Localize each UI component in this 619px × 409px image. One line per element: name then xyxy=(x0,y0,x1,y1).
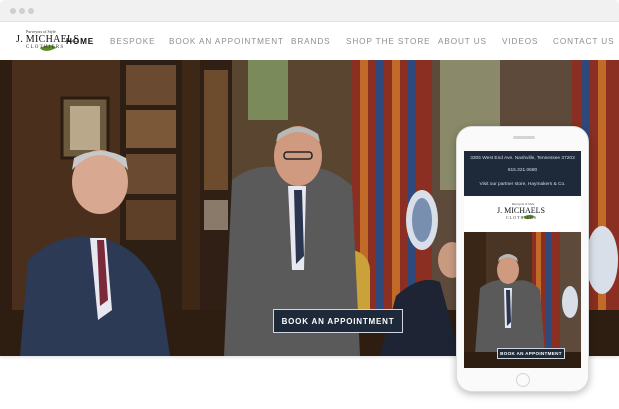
phone-hero-image: BOOK AN APPOINTMENT xyxy=(464,232,581,368)
phone-logo[interactable]: Purveyors of Style J. MICHAELS CLOTHIERS xyxy=(464,196,581,232)
nav-videos[interactable]: VIDEOS xyxy=(502,37,538,46)
window-dot xyxy=(28,8,34,14)
nav-bespoke[interactable]: BESPOKE xyxy=(110,37,155,46)
mockup-frame: Purveyors of Style J. MICHAELS CLOTHIERS… xyxy=(0,0,619,409)
home-button-icon xyxy=(516,373,530,387)
window-dot xyxy=(19,8,25,14)
browser-chrome xyxy=(0,0,619,22)
phone-logo-sub: CLOTHIERS xyxy=(506,215,537,220)
nav-brands[interactable]: BRANDS xyxy=(291,37,331,46)
phone-screen: 3305 West End Ave. Nashville, Tennessee … xyxy=(464,151,581,368)
logo-sub: CLOTHIERS xyxy=(26,45,65,50)
phone-partner-link[interactable]: Visit our partner store, Haymakers & Co. xyxy=(464,182,581,187)
phone-address: 3305 West End Ave. Nashville, Tennessee … xyxy=(470,156,575,161)
phone-mockup: 3305 West End Ave. Nashville, Tennessee … xyxy=(456,126,589,392)
window-dot xyxy=(10,8,16,14)
phone-logo-name: J. MICHAELS xyxy=(497,206,546,215)
nav-contact-us[interactable]: CONTACT US xyxy=(553,37,614,46)
nav-book-appointment[interactable]: BOOK AN APPOINTMENT xyxy=(169,37,284,46)
phone-book-appointment-button[interactable]: BOOK AN APPOINTMENT xyxy=(497,348,565,359)
phone-number[interactable]: 615.321.0680 xyxy=(464,168,581,173)
phone-info-bar: 3305 West End Ave. Nashville, Tennessee … xyxy=(464,151,581,196)
book-appointment-button[interactable]: BOOK AN APPOINTMENT xyxy=(273,309,403,333)
nav-home[interactable]: HOME xyxy=(66,37,94,46)
phone-speaker xyxy=(513,136,535,139)
site-header: Purveyors of Style J. MICHAELS CLOTHIERS… xyxy=(0,22,619,60)
nav-shop-store[interactable]: SHOP THE STORE xyxy=(346,37,431,46)
nav-about-us[interactable]: ABOUT US xyxy=(438,37,487,46)
